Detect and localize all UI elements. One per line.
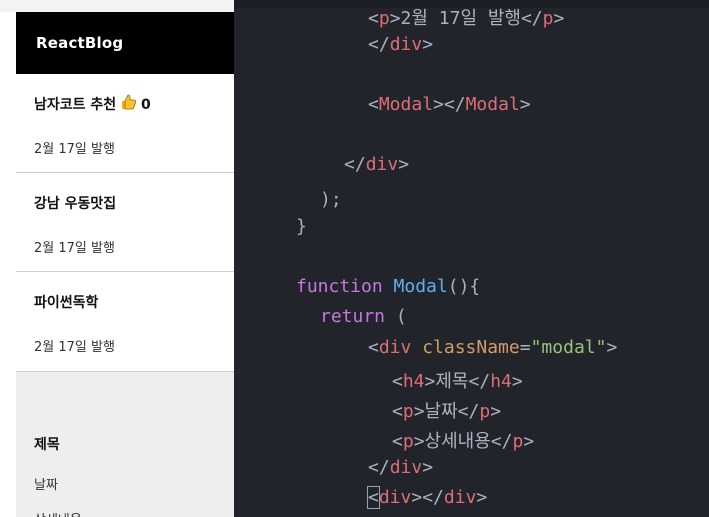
- list-item: 남자코트 추천 0 2월 17일 발행: [16, 74, 234, 173]
- post-title[interactable]: 강남 우동맛집: [34, 193, 116, 213]
- code-editor[interactable]: <p>2월 17일 발행</p> </div> <Modal></Modal> </d…: [234, 0, 709, 517]
- modal-title: 제목: [34, 437, 60, 453]
- left-gutter: [0, 12, 16, 517]
- modal: 제목 날짜 상세내용: [16, 372, 234, 517]
- code-line[interactable]: );: [320, 189, 342, 210]
- modal-date: 날짜: [34, 478, 58, 493]
- post-title-text[interactable]: 남자코트 추천: [34, 97, 116, 113]
- code-line[interactable]: }: [296, 216, 307, 237]
- post-title[interactable]: 남자코트 추천 0: [34, 94, 151, 114]
- code-line[interactable]: <p>상세내용</p>: [392, 427, 534, 453]
- post-date: 2월 17일 발행: [34, 241, 115, 256]
- code-line[interactable]: <h4>제목</h4>: [392, 367, 523, 393]
- code-line[interactable]: </div>: [368, 34, 433, 55]
- modal-detail: 상세내용: [34, 509, 82, 517]
- list-item: 파이썬독학 2월 17일 발행: [16, 272, 234, 372]
- like-count: 0: [141, 97, 151, 113]
- browser-top-strip: [0, 0, 234, 12]
- browser-preview: ReactBlog 남자코트 추천 0 2월 17일 발행 강남 우동맛집 2월…: [0, 0, 234, 517]
- code-line[interactable]: </div>: [344, 154, 409, 175]
- code-line[interactable]: <p>날짜</p>: [392, 397, 501, 423]
- code-line[interactable]: <div className="modal">: [368, 337, 617, 358]
- code-line[interactable]: <Modal></Modal>: [368, 94, 531, 115]
- code-line[interactable]: function Modal(){: [296, 276, 480, 297]
- code-line[interactable]: </div>: [368, 457, 433, 478]
- code-line[interactable]: <p>2월 17일 발행</p>: [368, 4, 564, 30]
- post-date: 2월 17일 발행: [34, 340, 115, 355]
- list-item: 강남 우동맛집 2월 17일 발행: [16, 173, 234, 272]
- navbar: ReactBlog: [16, 12, 234, 74]
- post-title[interactable]: 파이썬독학: [34, 292, 98, 312]
- brand-logo[interactable]: ReactBlog: [36, 34, 123, 52]
- post-date: 2월 17일 발행: [34, 142, 115, 157]
- thumbs-up-icon[interactable]: [120, 94, 137, 114]
- code-line[interactable]: <div></div>: [367, 486, 487, 509]
- code-line[interactable]: return (: [320, 306, 407, 327]
